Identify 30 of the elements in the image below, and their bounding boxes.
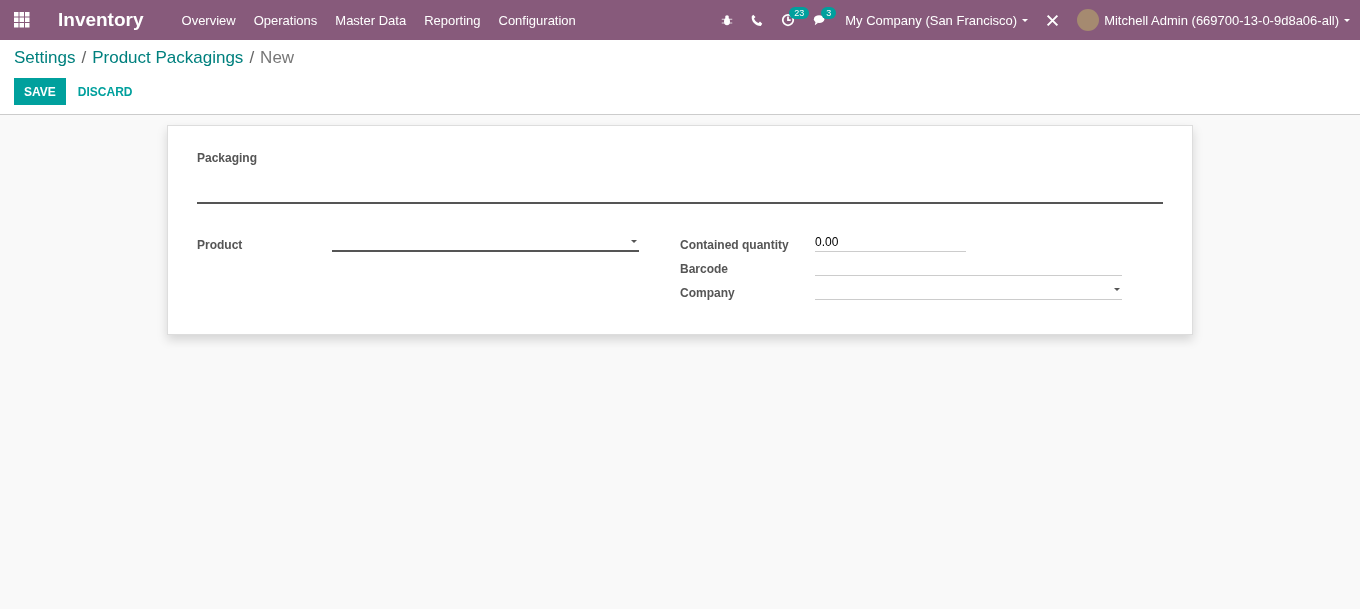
- message-count-badge: 3: [821, 7, 837, 19]
- discard-button[interactable]: DISCARD: [69, 78, 141, 105]
- field-label: Company: [680, 286, 736, 300]
- save-button[interactable]: SAVE: [14, 78, 66, 105]
- menu-item[interactable]: Configuration: [498, 12, 576, 28]
- company-switcher[interactable]: My Company (San Francisco): [845, 12, 1029, 28]
- activity-count-badge: 23: [789, 7, 810, 19]
- caret-icon: [1114, 288, 1120, 291]
- breadcrumb-link[interactable]: Product Packagings: [92, 48, 244, 68]
- user-menu[interactable]: Mitchell Admin (669700-13-0-9d8a06-all): [1077, 9, 1350, 31]
- breadcrumb-separator: /: [249, 48, 255, 68]
- caret-icon: [631, 239, 637, 243]
- phone-icon[interactable]: [751, 14, 764, 26]
- app-name: Inventory: [58, 9, 144, 31]
- apps-grid-icon[interactable]: [14, 12, 30, 28]
- breadcrumb-separator: /: [81, 48, 87, 68]
- clock-icon[interactable]: [781, 13, 796, 27]
- menu-item[interactable]: Master Data: [335, 12, 407, 28]
- field-label: Contained quantity: [680, 238, 790, 252]
- field-label: Product: [197, 238, 244, 252]
- input-field[interactable]: 0.00: [815, 232, 966, 252]
- breadcrumb-link[interactable]: Settings: [14, 48, 76, 68]
- field-label: Barcode: [680, 262, 730, 276]
- menu-item[interactable]: Reporting: [424, 12, 481, 28]
- bug-icon[interactable]: [721, 14, 734, 26]
- menu-item[interactable]: Overview: [181, 12, 236, 28]
- current-page-title: New: [260, 48, 295, 68]
- avatar-circle: [1077, 9, 1100, 31]
- menu-item[interactable]: Operations: [253, 12, 318, 28]
- field-label: Packaging: [197, 151, 258, 165]
